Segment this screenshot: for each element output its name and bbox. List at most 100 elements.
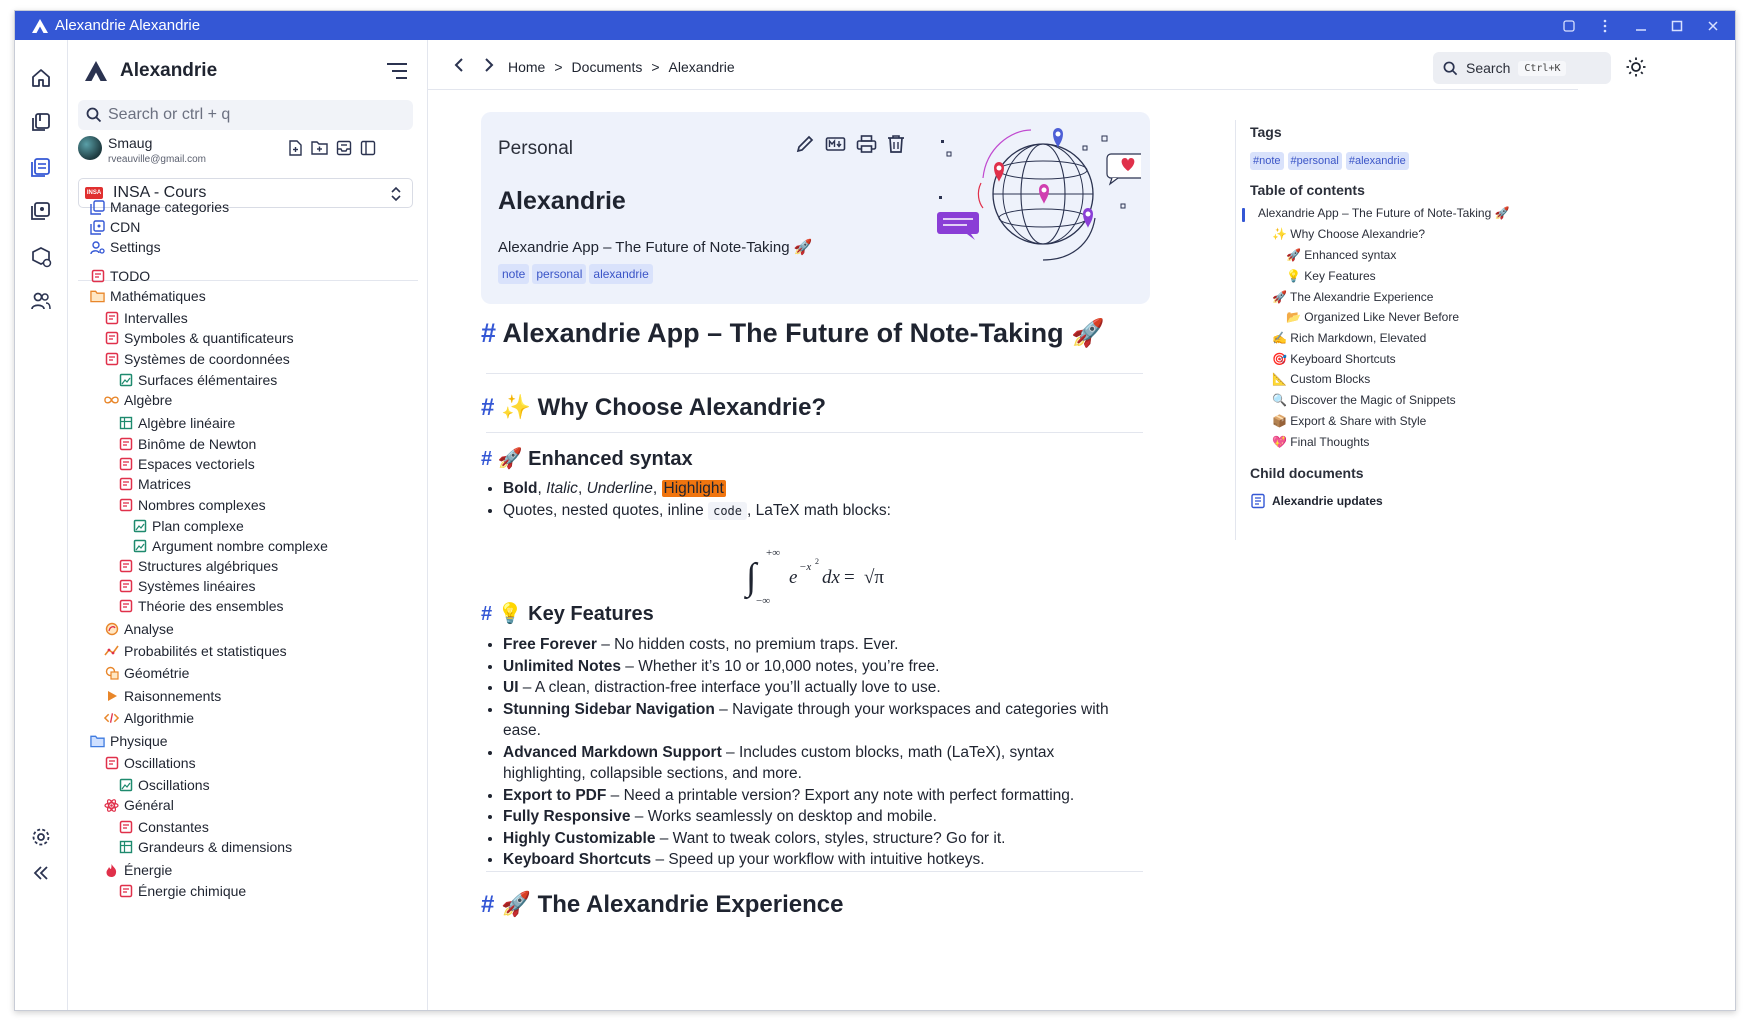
toc-item[interactable]: Alexandrie App – The Future of Note-Taki…	[1258, 206, 1510, 220]
tree-item[interactable]: Intervalles	[104, 308, 188, 328]
tree-item[interactable]: Algèbre	[104, 390, 172, 410]
tree-item[interactable]: Probabilités et statistiques	[104, 641, 287, 661]
heading-features-text: 💡 Key Features	[497, 603, 654, 625]
media-icon[interactable]	[28, 198, 54, 224]
document-category[interactable]: Personal	[498, 138, 573, 160]
toc-item[interactable]: 💡 Key Features	[1286, 269, 1376, 283]
tree-item[interactable]: Argument nombre complexe	[132, 536, 328, 556]
toc-item[interactable]: 🎯 Keyboard Shortcuts	[1272, 352, 1396, 366]
forward-button[interactable]	[480, 56, 498, 74]
tree-item[interactable]: Systèmes linéaires	[118, 576, 256, 596]
global-search-button[interactable]: Search Ctrl+K	[1433, 52, 1611, 84]
heading-experience-text: 🚀 The Alexandrie Experience	[501, 891, 844, 918]
toc-item[interactable]: 🔍 Discover the Magic of Snippets	[1272, 393, 1456, 407]
notes-icon[interactable]	[28, 154, 54, 180]
integral-lower: −∞	[756, 595, 771, 607]
tree-item-label: Matrices	[138, 476, 191, 492]
print-icon[interactable]	[856, 134, 877, 154]
edit-pencil-icon[interactable]	[795, 134, 815, 154]
tree-item[interactable]: Analyse	[104, 619, 174, 639]
tree-item-label: Géométrie	[124, 665, 190, 681]
maximize-button[interactable]	[1669, 18, 1685, 34]
more-options-icon[interactable]	[1597, 18, 1613, 34]
tree-item[interactable]: Symboles & quantificateurs	[104, 328, 294, 348]
collapse-sidebar-icon[interactable]	[28, 860, 54, 886]
toc-item[interactable]: 📦 Export & Share with Style	[1272, 414, 1426, 428]
users-icon[interactable]	[28, 288, 54, 314]
tree-item[interactable]: Constantes	[118, 817, 209, 837]
tree-item[interactable]: Systèmes de coordonnées	[104, 349, 290, 369]
tree-item-label: Grandeurs & dimensions	[138, 839, 293, 855]
tree-item-label: Nombres complexes	[138, 497, 266, 513]
heading-anchor[interactable]: #	[481, 394, 494, 421]
heading-anchor[interactable]: #	[481, 891, 494, 918]
tree-item[interactable]: Physique	[90, 731, 168, 751]
child-document-link[interactable]: Alexandrie updates	[1250, 493, 1383, 509]
tree-item[interactable]: Nombres complexes	[118, 495, 266, 515]
tree-item[interactable]: Surfaces élémentaires	[118, 370, 277, 390]
toc-item[interactable]: 💖 Final Thoughts	[1272, 435, 1369, 449]
tag-alexandrie[interactable]: alexandrie	[589, 264, 653, 284]
tree-item[interactable]: Plan complexe	[132, 516, 244, 536]
toc-item[interactable]: ✍️ Rich Markdown, Elevated	[1272, 331, 1426, 345]
packages-icon[interactable]	[28, 244, 54, 270]
delete-trash-icon[interactable]	[887, 134, 905, 154]
tree-item[interactable]: TODO	[90, 266, 150, 286]
tree-item[interactable]: Mathématiques	[90, 286, 206, 306]
tree-item[interactable]: Théorie des ensembles	[118, 596, 284, 616]
tree-item-label: Énergie	[124, 862, 173, 878]
list-item: Quotes, nested quotes, inline code, LaTe…	[503, 500, 891, 523]
markdown-export-icon[interactable]	[825, 134, 846, 154]
sidebar-menu-icon[interactable]	[386, 62, 408, 85]
extension-icon[interactable]	[1561, 18, 1577, 34]
sidebar-link-cdn[interactable]: CDN	[90, 217, 140, 237]
tree-item[interactable]: Binôme de Newton	[118, 434, 256, 454]
theme-toggle-sun-icon[interactable]	[1624, 55, 1648, 79]
toc-item[interactable]: 📂 Organized Like Never Before	[1286, 310, 1459, 324]
rpanel-tag[interactable]: #alexandrie	[1345, 152, 1409, 170]
settings-gear-icon[interactable]	[28, 824, 54, 850]
tree-item[interactable]: Oscillations	[118, 775, 210, 795]
tag-personal[interactable]: personal	[532, 264, 587, 284]
tree-item[interactable]: Énergie	[104, 860, 172, 880]
sidebar-link-manage-categories[interactable]: Manage categories	[90, 197, 229, 217]
tree-item[interactable]: Algorithmie	[104, 708, 194, 728]
heading-anchor[interactable]: #	[481, 318, 496, 348]
new-document-icon[interactable]	[288, 140, 303, 156]
tree-item[interactable]: Énergie chimique	[118, 881, 246, 901]
heading-anchor[interactable]: #	[481, 603, 492, 625]
inbox-icon[interactable]	[336, 140, 352, 156]
tree-item[interactable]: Raisonnements	[104, 686, 221, 706]
tree-item[interactable]: Matrices	[118, 474, 191, 494]
sidebar-link-settings[interactable]: Settings	[90, 237, 161, 257]
documents-icon[interactable]	[28, 109, 54, 135]
sidebar-search-input[interactable]: Search or ctrl + q	[78, 100, 413, 130]
tree-item[interactable]: Structures algébriques	[118, 556, 278, 576]
tree-item[interactable]: Grandeurs & dimensions	[118, 837, 292, 857]
tree-item[interactable]: Oscillations	[104, 753, 196, 773]
tree-item[interactable]: Algèbre linéaire	[118, 413, 235, 433]
toc-item[interactable]: 🚀 Enhanced syntax	[1286, 248, 1396, 262]
breadcrumb-home[interactable]: Home	[508, 59, 545, 75]
sidebar-layout-icon[interactable]	[360, 140, 376, 156]
rpanel-tag[interactable]: #personal	[1287, 152, 1342, 170]
back-button[interactable]	[450, 56, 468, 74]
tree-item[interactable]: Espaces vectoriels	[118, 454, 255, 474]
toc-item[interactable]: 🚀 The Alexandrie Experience	[1272, 290, 1433, 304]
breadcrumb-documents[interactable]: Documents	[572, 59, 643, 75]
tree-item-label: Oscillations	[138, 777, 210, 793]
new-folder-icon[interactable]	[311, 140, 328, 155]
tree-item[interactable]: Général	[104, 795, 174, 815]
avatar[interactable]	[78, 136, 102, 160]
toc-item[interactable]: ✨ Why Choose Alexandrie?	[1272, 227, 1425, 241]
rpanel-tag[interactable]: #note	[1250, 152, 1284, 170]
heading-anchor[interactable]: #	[481, 448, 492, 470]
home-icon[interactable]	[28, 65, 54, 91]
close-button[interactable]	[1705, 18, 1721, 34]
tree-item[interactable]: Géométrie	[104, 663, 189, 683]
toc-item[interactable]: 📐 Custom Blocks	[1272, 372, 1370, 386]
minimize-button[interactable]	[1633, 18, 1649, 34]
breadcrumb-current[interactable]: Alexandrie	[669, 59, 735, 75]
underline-sample: Underline	[586, 480, 653, 497]
tag-note[interactable]: note	[498, 264, 530, 284]
